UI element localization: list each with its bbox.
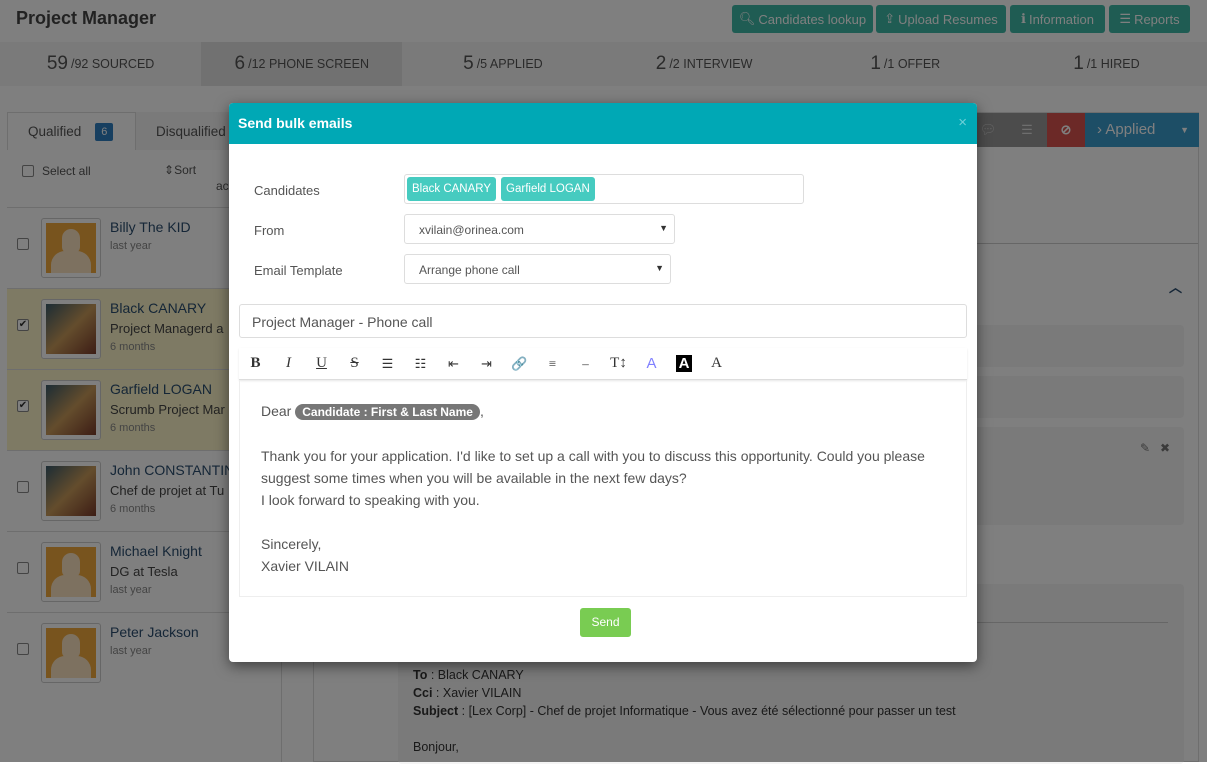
outdent-icon[interactable]: ⇤ <box>437 356 470 372</box>
from-label: From <box>254 223 285 238</box>
underline-icon[interactable]: U <box>305 355 338 372</box>
align-icon[interactable]: ≡ <box>536 356 569 372</box>
bold-icon[interactable]: B <box>239 355 272 372</box>
send-bulk-emails-modal: Send bulk emails × Candidates Black CANA… <box>229 103 977 662</box>
font-color-icon[interactable]: A <box>635 355 668 372</box>
placeholder-chip[interactable]: Candidate : First & Last Name <box>295 404 480 420</box>
modal-title: Send bulk emails <box>238 115 353 131</box>
candidate-tag[interactable]: Black CANARY <box>407 177 497 201</box>
email-template-label: Email Template <box>254 263 343 278</box>
close-icon[interactable]: × <box>958 114 967 131</box>
editor-toolbar: B I U S ☰ ☷ ⇤ ⇥ 🔗 ≡ – T↕ A A A <box>239 348 967 380</box>
subject-input[interactable]: Project Manager - Phone call <box>239 304 967 338</box>
bullet-list-icon[interactable]: ☰ <box>371 356 404 372</box>
email-body-editor[interactable]: Dear Candidate : First & Last Name, Than… <box>239 380 967 597</box>
link-icon[interactable]: 🔗 <box>503 356 536 372</box>
font-family-icon[interactable]: A <box>700 355 733 372</box>
candidates-label: Candidates <box>254 183 320 198</box>
send-button[interactable]: Send <box>580 608 631 637</box>
numbered-list-icon[interactable]: ☷ <box>404 356 437 372</box>
caret-down-icon: ▼ <box>659 223 668 233</box>
horizontal-rule-icon[interactable]: – <box>569 356 602 372</box>
indent-icon[interactable]: ⇥ <box>470 356 503 372</box>
email-template-select[interactable]: Arrange phone call ▼ <box>404 254 671 284</box>
candidates-tag-input[interactable]: Black CANARY Garfield LOGAN <box>404 174 804 204</box>
background-color-icon[interactable]: A <box>676 355 692 372</box>
modal-header: Send bulk emails <box>229 103 977 144</box>
strikethrough-icon[interactable]: S <box>338 355 371 372</box>
font-size-icon[interactable]: T↕ <box>602 355 635 372</box>
from-select[interactable]: xvilain@orinea.com ▼ <box>404 214 675 244</box>
candidate-tag[interactable]: Garfield LOGAN <box>501 177 595 201</box>
italic-icon[interactable]: I <box>272 355 305 372</box>
caret-down-icon: ▼ <box>655 263 664 273</box>
